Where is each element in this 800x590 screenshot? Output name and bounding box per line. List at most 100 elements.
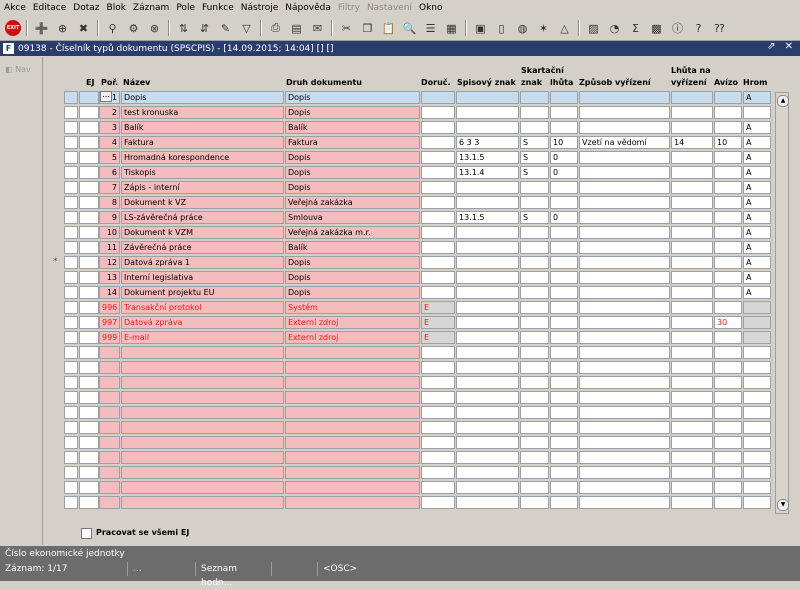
cell-avizo[interactable] (714, 121, 742, 134)
cell-druh[interactable] (285, 346, 420, 359)
cell-znak[interactable] (520, 226, 549, 239)
cell-zpusob[interactable] (579, 406, 670, 419)
cell-spis[interactable] (456, 376, 519, 389)
cell-doruc[interactable] (421, 391, 455, 404)
cell-nazev[interactable] (121, 466, 284, 479)
cell-doruc[interactable] (421, 436, 455, 449)
cell-nazev[interactable]: Dopis (121, 91, 284, 104)
cell-lhuta[interactable] (550, 391, 578, 404)
cell-avizo[interactable] (714, 256, 742, 269)
cell-doruc[interactable] (421, 346, 455, 359)
cell-druh[interactable]: Veřejná zakázka m.r. (285, 226, 420, 239)
row-selector[interactable] (64, 196, 78, 209)
cell-spis[interactable]: 13.1.5 (456, 211, 519, 224)
cell-hrom[interactable]: A (743, 286, 771, 299)
cell-ej[interactable] (79, 166, 99, 179)
cell-nazev[interactable] (121, 496, 284, 509)
cell-lhuta[interactable] (550, 91, 578, 104)
cell-hrom[interactable] (743, 436, 771, 449)
cell-lvyr[interactable] (671, 346, 713, 359)
cell-nazev[interactable]: Dokument k VZM (121, 226, 284, 239)
row-selector[interactable] (64, 346, 78, 359)
cell-spis[interactable] (456, 361, 519, 374)
cell-nazev[interactable]: Dokument projektu EU (121, 286, 284, 299)
cell-doruc[interactable] (421, 361, 455, 374)
cell-hrom[interactable] (743, 421, 771, 434)
cell-lhuta[interactable] (550, 226, 578, 239)
cell-nazev[interactable] (121, 436, 284, 449)
mail-icon[interactable]: ✉ (309, 20, 326, 36)
cell-ej[interactable] (79, 421, 99, 434)
cell-ej[interactable] (79, 301, 99, 314)
cell-spis[interactable] (456, 316, 519, 329)
row-selector[interactable] (64, 301, 78, 314)
cell-ej[interactable] (79, 121, 99, 134)
cell-doruc[interactable] (421, 376, 455, 389)
cell-ej[interactable] (79, 376, 99, 389)
excel-icon[interactable]: ▩ (648, 20, 665, 36)
cell-druh[interactable] (285, 481, 420, 494)
row-selector[interactable] (64, 466, 78, 479)
cell-druh[interactable] (285, 406, 420, 419)
menu-item[interactable]: Dotaz (69, 3, 102, 13)
cell-druh[interactable]: Faktura (285, 136, 420, 149)
cell-zpusob[interactable] (579, 331, 670, 344)
cell-ej[interactable] (79, 451, 99, 464)
info-icon[interactable]: ⓘ (669, 20, 686, 36)
cell-por[interactable]: 5 (99, 151, 120, 164)
row-selector[interactable] (64, 106, 78, 119)
cell-hrom[interactable] (743, 331, 771, 344)
row-selector[interactable] (64, 391, 78, 404)
cell-druh[interactable]: Balík (285, 121, 420, 134)
cell-por[interactable]: 999 (99, 331, 120, 344)
cell-hrom[interactable]: A (743, 166, 771, 179)
menu-item[interactable]: Nástroje (237, 3, 282, 13)
cell-avizo[interactable] (714, 406, 742, 419)
cell-doruc[interactable] (421, 106, 455, 119)
cancel-query-icon[interactable]: ⊗ (146, 20, 163, 36)
cell-zpusob[interactable] (579, 436, 670, 449)
cell-spis[interactable] (456, 256, 519, 269)
cell-zpusob[interactable] (579, 481, 670, 494)
cell-zpusob[interactable] (579, 226, 670, 239)
cell-druh[interactable] (285, 451, 420, 464)
cell-lhuta[interactable] (550, 301, 578, 314)
scroll-up-icon[interactable]: ▲ (777, 95, 789, 107)
cell-por[interactable]: 4 (99, 136, 120, 149)
cell-spis[interactable]: 13.1.4 (456, 166, 519, 179)
cell-lhuta[interactable] (550, 361, 578, 374)
cell-por[interactable]: 9 (99, 211, 120, 224)
document-icon[interactable]: ▯ (493, 20, 510, 36)
cell-nazev[interactable]: Transakční protokol (121, 301, 284, 314)
cell-druh[interactable] (285, 436, 420, 449)
cell-znak[interactable] (520, 421, 549, 434)
cell-spis[interactable]: 6 3 3 (456, 136, 519, 149)
cell-avizo[interactable] (714, 226, 742, 239)
cell-ej[interactable] (79, 196, 99, 209)
cell-lvyr[interactable] (671, 391, 713, 404)
all-ej-checkbox[interactable] (81, 528, 92, 539)
cell-hrom[interactable] (743, 316, 771, 329)
cell-nazev[interactable]: E-mail (121, 331, 284, 344)
cell-druh[interactable]: Dopis (285, 166, 420, 179)
cell-hrom[interactable] (743, 451, 771, 464)
cell-lvyr[interactable] (671, 301, 713, 314)
cell-lhuta[interactable] (550, 436, 578, 449)
cell-por[interactable] (99, 406, 120, 419)
cell-lvyr[interactable] (671, 286, 713, 299)
cell-ej[interactable] (79, 91, 99, 104)
cell-avizo[interactable] (714, 151, 742, 164)
cell-lvyr[interactable] (671, 106, 713, 119)
cell-lvyr[interactable] (671, 316, 713, 329)
cell-nazev[interactable]: LS-závěrečná práce (121, 211, 284, 224)
query-icon[interactable]: ⚲ (104, 20, 121, 36)
row-selector[interactable] (64, 151, 78, 164)
cell-druh[interactable] (285, 496, 420, 509)
cell-avizo[interactable] (714, 346, 742, 359)
row-selector[interactable] (64, 271, 78, 284)
cell-nazev[interactable]: Zápis - interní (121, 181, 284, 194)
cell-lvyr[interactable] (671, 196, 713, 209)
cell-znak[interactable] (520, 466, 549, 479)
cell-druh[interactable]: Externí zdroj (285, 331, 420, 344)
cell-ej[interactable] (79, 271, 99, 284)
